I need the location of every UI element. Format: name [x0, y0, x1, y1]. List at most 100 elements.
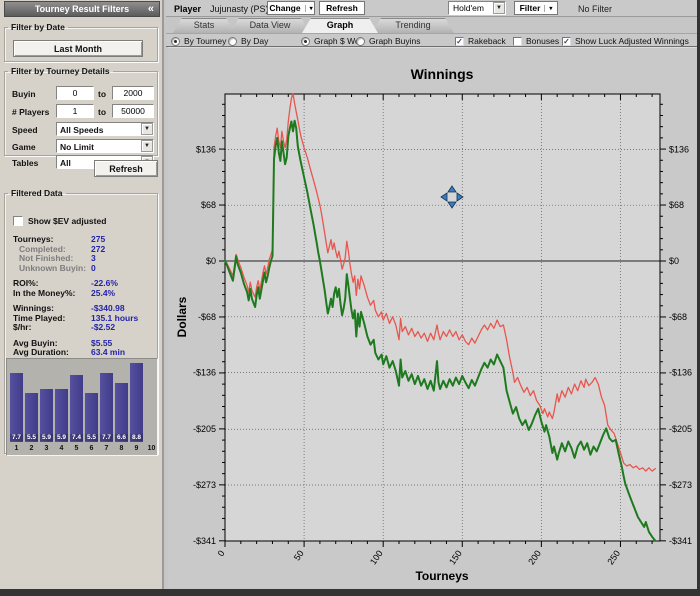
histogram-bar-value: 8.8 — [130, 433, 143, 441]
speed-select[interactable]: All Speeds ▼ — [56, 122, 154, 136]
checkbox-rakeback[interactable]: ✓ Rakeback — [455, 35, 506, 47]
graph-options-bar: By Tourney By Day Graph $ Won Graph Buyins ✓… — [166, 33, 697, 47]
checkbox-bonuses[interactable]: Bonuses — [513, 35, 559, 47]
histogram-bar: 7.4 — [70, 375, 83, 442]
change-player-button[interactable]: Change ▾ — [267, 1, 315, 15]
stat-value: -22.6% — [91, 278, 118, 288]
histogram-category-label: 10 — [147, 445, 156, 452]
x-axis-tick-label: 50 — [292, 548, 306, 562]
filter-details-title: Filter by Tourney Details — [11, 66, 110, 76]
radio-icon[interactable] — [301, 36, 310, 46]
histogram-bar: 6.6 — [115, 382, 128, 442]
buyin-max-input[interactable] — [112, 86, 154, 100]
histogram-bar: 5.9 — [40, 388, 53, 442]
stat-label: Tourneys: — [13, 234, 54, 244]
winnings-chart: Winnings $136 $136 $68 $68 $0 $0 -$68 -$68 -$136 -… — [175, 66, 692, 583]
x-axis-tick-label: 100 — [368, 548, 385, 566]
show-ev-adjusted-row: Show $EV adjusted — [13, 216, 106, 226]
stat-label: Not Finished: — [19, 253, 74, 263]
speed-value: All Speeds — [60, 125, 104, 135]
stat-label: Avg Buyin: — [13, 337, 58, 348]
filtered-data-group: Filtered Data Show $EV adjusted 7.7 1 5.5 2… — [4, 188, 158, 456]
filter-button[interactable]: Filter ▾ — [514, 1, 558, 15]
chevron-down-icon: ▾ — [304, 4, 313, 12]
histogram-bar-value: 5.5 — [85, 434, 98, 441]
stat-label: Avg Duration: — [13, 347, 69, 357]
y-axis-label-left: $68 — [201, 200, 216, 210]
y-axis-label-left: -$341 — [193, 536, 216, 546]
chart-title: Winnings — [411, 66, 474, 82]
stat-row: Time Played: 135.1 hours — [5, 313, 155, 323]
stat-row: Winnings: -$340.98 — [5, 303, 155, 313]
checkbox-show-luck-adjusted-winnings[interactable]: ✓ Show Luck Adjusted Winnings — [562, 35, 689, 47]
sidebar-histogram: 7.7 1 5.5 2 5.9 3 5.9 4 7.4 5 5.5 6 7.7 7 6.6 8 8.8 9 10 — [6, 358, 158, 456]
tab-stats[interactable]: Stats — [173, 18, 235, 33]
histogram-category-label: 9 — [134, 445, 139, 452]
stat-value: -$340.98 — [91, 303, 125, 313]
players-max-input[interactable] — [112, 104, 154, 118]
stat-value: 3 — [91, 253, 96, 263]
chevron-down-icon[interactable]: ▼ — [141, 123, 153, 135]
x-axis-tick-label: 250 — [605, 548, 622, 566]
checkbox-icon[interactable] — [513, 36, 522, 46]
show-ev-adjusted-checkbox[interactable] — [13, 216, 23, 226]
tab-graph[interactable]: Graph — [302, 18, 378, 33]
radio-by-tourney[interactable]: By Tourney — [171, 35, 226, 47]
radio-graph-won[interactable]: Graph $ Won — [301, 35, 364, 47]
window-bottom-border — [0, 589, 700, 596]
toolbar-refresh-button[interactable]: Refresh — [319, 1, 365, 15]
y-axis-label-left: $0 — [206, 256, 216, 266]
checkbox-icon[interactable]: ✓ — [562, 36, 571, 46]
checkbox-icon[interactable]: ✓ — [455, 36, 464, 46]
radio-graph-buyins[interactable]: Graph Buyins — [356, 35, 421, 47]
sidebar-refresh-button[interactable]: Refresh — [94, 160, 158, 177]
stat-row: Unknown Buyin: 0 — [5, 263, 155, 273]
y-axis-label-left: -$273 — [193, 480, 216, 490]
histogram-bar: 8.8 — [130, 362, 143, 442]
stat-label: Completed: — [19, 243, 66, 254]
stat-row: In the Money%: 25.4% — [5, 288, 155, 298]
tables-label: Tables — [12, 158, 39, 168]
y-axis-label-right: -$273 — [669, 480, 692, 490]
last-month-button[interactable]: Last Month — [13, 40, 143, 57]
histogram-bar: 5.5 — [85, 392, 98, 442]
radio-by-day[interactable]: By Day — [228, 35, 268, 47]
radio-icon[interactable] — [356, 36, 365, 46]
x-axis-tick-label: 0 — [216, 548, 227, 558]
buyin-row: Buyin to — [10, 86, 154, 101]
speed-row: Speed All Speeds ▼ — [10, 122, 154, 137]
stat-value: $5.55 — [91, 337, 113, 348]
stat-row: Completed: 272 — [5, 244, 155, 254]
players-min-input[interactable] — [56, 104, 94, 118]
histogram-category-label: 6 — [89, 445, 94, 452]
radio-icon[interactable] — [228, 36, 237, 46]
stat-row: Not Finished: 3 — [5, 253, 155, 263]
plot-area[interactable] — [225, 94, 660, 541]
histogram-bar-value: 6.6 — [115, 433, 128, 441]
stat-label: ROI%: — [13, 278, 39, 288]
collapse-panel-button[interactable]: « — [148, 3, 154, 15]
player-name: Jujunasty (PS) — [210, 4, 269, 14]
pokertracker-window: Tourney Result Filters « Filter by Date … — [0, 0, 700, 596]
y-axis-label-right: -$341 — [669, 536, 692, 546]
players-label: # Players — [12, 107, 50, 117]
players-to-label: to — [98, 107, 107, 117]
x-axis-tick-label: 200 — [526, 548, 543, 566]
histogram-category-label: 3 — [44, 445, 49, 452]
game-type-select[interactable]: Hold'em ▼ — [448, 1, 506, 15]
tab-trending[interactable]: Trending — [372, 18, 454, 33]
chevron-down-icon[interactable]: ▼ — [493, 2, 505, 14]
stat-label: Unknown Buyin: — [19, 262, 87, 273]
histogram-category-label: 7 — [104, 445, 109, 452]
buyin-label: Buyin — [12, 89, 36, 99]
radio-icon[interactable] — [171, 36, 180, 46]
y-axis-label-left: $136 — [196, 144, 216, 154]
stat-value: 0 — [91, 262, 96, 273]
tab-data-view[interactable]: Data View — [230, 18, 310, 33]
x-axis-tick-label: 150 — [447, 548, 464, 566]
stat-value: -$2.52 — [91, 322, 116, 332]
tables-value: All — [60, 158, 71, 168]
chevron-down-icon: ▾ — [544, 4, 552, 12]
buyin-min-input[interactable] — [56, 86, 94, 100]
radio-label: By Day — [241, 36, 269, 46]
